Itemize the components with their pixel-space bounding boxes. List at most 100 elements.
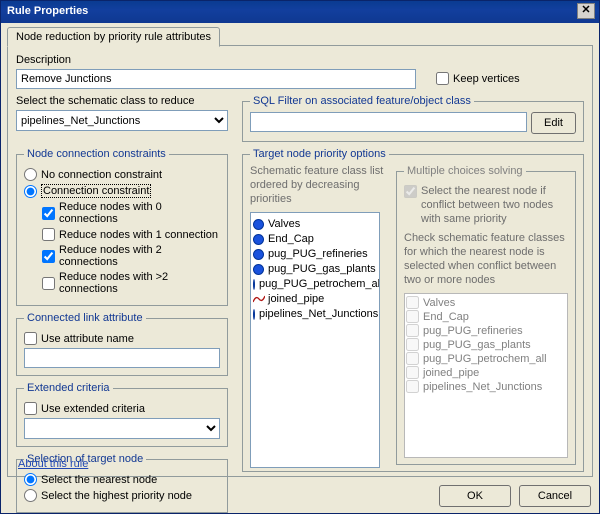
multi-item-label: Valves (423, 297, 455, 309)
nearest-node-label: Select the nearest node (41, 474, 157, 486)
class-select[interactable]: pipelines_Net_Junctions (16, 110, 228, 131)
multi-item-checkbox (406, 324, 419, 337)
sql-filter-legend: SQL Filter on associated feature/object … (250, 95, 474, 107)
about-link[interactable]: About this rule (18, 458, 88, 470)
use-ext-label: Use extended criteria (41, 403, 145, 415)
priority-options-legend: Target node priority options (250, 148, 389, 160)
multi-item-checkbox (406, 310, 419, 323)
reduce-gt2-checkbox[interactable] (42, 277, 55, 290)
tab-strip: Node reduction by priority rule attribut… (1, 23, 599, 47)
footer-buttons: OK Cancel (439, 485, 591, 507)
no-constraint-label: No connection constraint (41, 169, 162, 181)
multi-item: pug_PUG_gas_plants (406, 338, 566, 351)
bullet-icon (253, 219, 264, 230)
description-group: Description (16, 54, 416, 89)
nearest-node-radio[interactable] (24, 473, 37, 486)
connection-constraint-radio[interactable] (24, 185, 37, 198)
priority-item-label: pug_PUG_gas_plants (268, 263, 376, 275)
reduce-1-label: Reduce nodes with 1 connection (59, 229, 218, 241)
priority-item-label: pipelines_Net_Junctions (259, 308, 378, 320)
multi-item: pipelines_Net_Junctions (406, 380, 566, 393)
attr-name-input[interactable] (24, 348, 220, 368)
bullet-icon (253, 279, 255, 290)
nearest-conflict-checkbox (404, 185, 417, 198)
multiple-choices-help: Check schematic feature classes for whic… (404, 232, 568, 287)
multi-item-label: joined_pipe (423, 367, 479, 379)
link-attr-group: Connected link attribute Use attribute n… (16, 312, 228, 376)
reduce-gt2-label: Reduce nodes with >2 connections (59, 271, 220, 295)
priority-list[interactable]: Valves End_Cap pug_PUG_refineries pug_PUG_g… (250, 212, 380, 468)
keep-vertices-label: Keep vertices (453, 73, 520, 85)
panel: Description Keep vertices Select the sch… (7, 45, 593, 477)
multi-item-label: pug_PUG_refineries (423, 325, 523, 337)
reduce-1-checkbox[interactable] (42, 228, 55, 241)
multi-item-checkbox (406, 296, 419, 309)
bullet-icon (253, 309, 255, 320)
multi-item-label: pug_PUG_gas_plants (423, 339, 531, 351)
node-connection-group: Node connection constraints No connectio… (16, 148, 228, 306)
connection-constraint-label: Connection constraint (41, 184, 151, 198)
multi-item: pug_PUG_refineries (406, 324, 566, 337)
priority-item-label: pug_PUG_petrochem_all (259, 278, 380, 290)
description-label: Description (16, 54, 416, 66)
link-attr-legend: Connected link attribute (24, 312, 146, 324)
priority-item[interactable]: pug_PUG_petrochem_all (253, 278, 377, 290)
priority-item-label: Valves (268, 218, 300, 230)
window-title: Rule Properties (7, 5, 88, 17)
ok-button[interactable]: OK (439, 485, 511, 507)
extended-criteria-legend: Extended criteria (24, 382, 113, 394)
reduce-2-label: Reduce nodes with 2 connections (59, 244, 220, 268)
priority-item[interactable]: Valves (253, 218, 377, 230)
close-button[interactable]: ✕ (577, 3, 595, 19)
use-attr-checkbox[interactable] (24, 332, 37, 345)
priority-item-label: pug_PUG_refineries (268, 248, 368, 260)
multi-item: joined_pipe (406, 366, 566, 379)
priority-item-label: End_Cap (268, 233, 314, 245)
keep-vertices-checkbox[interactable] (436, 72, 449, 85)
no-constraint-radio[interactable] (24, 168, 37, 181)
priority-item[interactable]: pug_PUG_gas_plants (253, 263, 377, 275)
reduce-0-label: Reduce nodes with 0 connections (59, 201, 220, 225)
multiple-choices-legend: Multiple choices solving (404, 165, 526, 177)
multiple-choices-list: Valves End_Cap pug_PUG_refineries pug_PUG_g… (404, 293, 568, 458)
use-ext-checkbox[interactable] (24, 402, 37, 415)
title-bar: Rule Properties ✕ (1, 1, 599, 23)
sql-filter-input[interactable] (250, 112, 527, 132)
multi-item: Valves (406, 296, 566, 309)
bullet-icon (253, 234, 264, 245)
multi-item-checkbox (406, 352, 419, 365)
priority-item[interactable]: joined_pipe (253, 293, 377, 305)
cancel-button[interactable]: Cancel (519, 485, 591, 507)
multi-item: End_Cap (406, 310, 566, 323)
multi-item: pug_PUG_petrochem_all (406, 352, 566, 365)
highest-priority-radio[interactable] (24, 489, 37, 502)
tab-attributes[interactable]: Node reduction by priority rule attribut… (7, 27, 220, 47)
sql-edit-button[interactable]: Edit (531, 112, 576, 134)
priority-item[interactable]: End_Cap (253, 233, 377, 245)
ext-select[interactable] (24, 418, 220, 439)
reduce-0-checkbox[interactable] (42, 207, 55, 220)
line-icon (253, 295, 265, 303)
priority-options-group: Target node priority options Schematic f… (242, 148, 584, 472)
priority-help: Schematic feature class list ordered by … (250, 165, 388, 206)
use-attr-label: Use attribute name (41, 333, 134, 345)
multi-item-checkbox (406, 380, 419, 393)
priority-item-label: joined_pipe (268, 293, 324, 305)
node-connection-legend: Node connection constraints (24, 148, 169, 160)
bullet-icon (253, 249, 264, 260)
highest-priority-label: Select the highest priority node (41, 490, 192, 502)
rule-properties-dialog: Rule Properties ✕ Node reduction by prio… (0, 0, 600, 514)
class-select-label: Select the schematic class to reduce (16, 95, 228, 107)
priority-item[interactable]: pipelines_Net_Junctions (253, 308, 377, 320)
priority-item[interactable]: pug_PUG_refineries (253, 248, 377, 260)
extended-criteria-group: Extended criteria Use extended criteria (16, 382, 228, 447)
reduce-2-checkbox[interactable] (42, 250, 55, 263)
bullet-icon (253, 264, 264, 275)
multi-item-checkbox (406, 338, 419, 351)
multi-item-label: End_Cap (423, 311, 469, 323)
multi-item-label: pug_PUG_petrochem_all (423, 353, 547, 365)
nearest-conflict-label: Select the nearest node if conflict betw… (421, 185, 568, 226)
multiple-choices-group: Multiple choices solving Select the near… (396, 165, 576, 465)
description-input[interactable] (16, 69, 416, 89)
multi-item-checkbox (406, 366, 419, 379)
